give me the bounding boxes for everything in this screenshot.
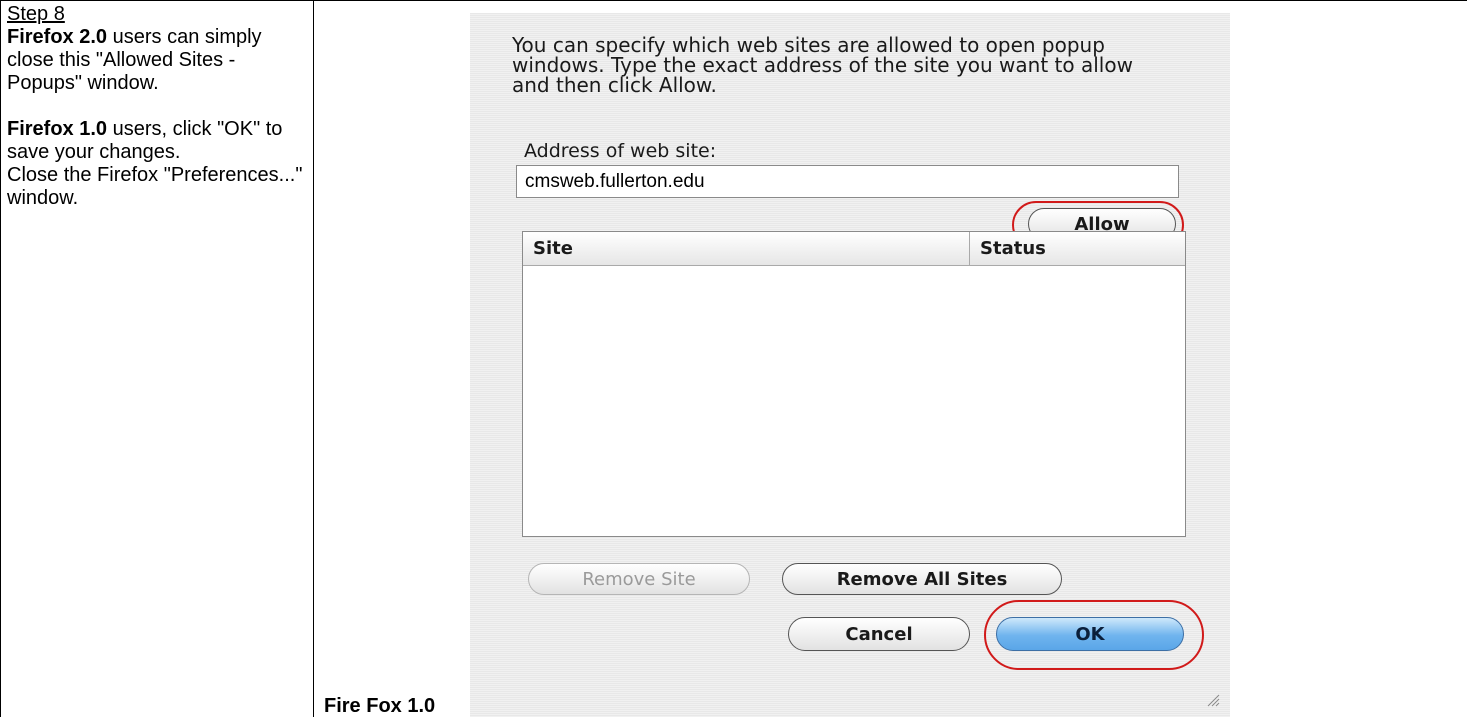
- instruction-column: Step 8 Firefox 2.0 users can simply clos…: [7, 3, 307, 210]
- firefox2-instruction: Firefox 2.0 users can simply close this …: [7, 26, 307, 95]
- allowed-sites-dialog: You can specify which web sites are allo…: [470, 13, 1230, 717]
- remove-all-sites-button[interactable]: Remove All Sites: [782, 563, 1062, 595]
- address-input[interactable]: [516, 165, 1179, 198]
- remove-site-button[interactable]: Remove Site: [528, 563, 750, 595]
- left-border: [0, 0, 1, 717]
- figure-caption: Fire Fox 1.0: [324, 695, 436, 717]
- firefox2-label: Firefox 2.0: [7, 26, 108, 48]
- cancel-button[interactable]: Cancel: [788, 617, 970, 651]
- step-label: Step 8: [7, 3, 65, 25]
- address-label: Address of web site:: [524, 140, 717, 162]
- table-top-border: [0, 0, 1467, 1]
- ok-button[interactable]: OK: [996, 617, 1184, 651]
- sites-table: Site Status: [522, 231, 1186, 537]
- column-header-status[interactable]: Status: [970, 232, 1185, 265]
- firefox1-instruction: Firefox 1.0 users, click "OK" to save yo…: [7, 118, 307, 164]
- column-divider: [313, 0, 314, 717]
- column-header-site[interactable]: Site: [523, 232, 970, 265]
- close-preferences-instruction: Close the Firefox "Preferences..." windo…: [7, 164, 303, 209]
- dialog-intro-text: You can specify which web sites are allo…: [512, 33, 1133, 97]
- sites-table-header: Site Status: [523, 232, 1185, 266]
- resize-grip-icon[interactable]: [1204, 691, 1220, 707]
- firefox1-label: Firefox 1.0: [7, 118, 108, 140]
